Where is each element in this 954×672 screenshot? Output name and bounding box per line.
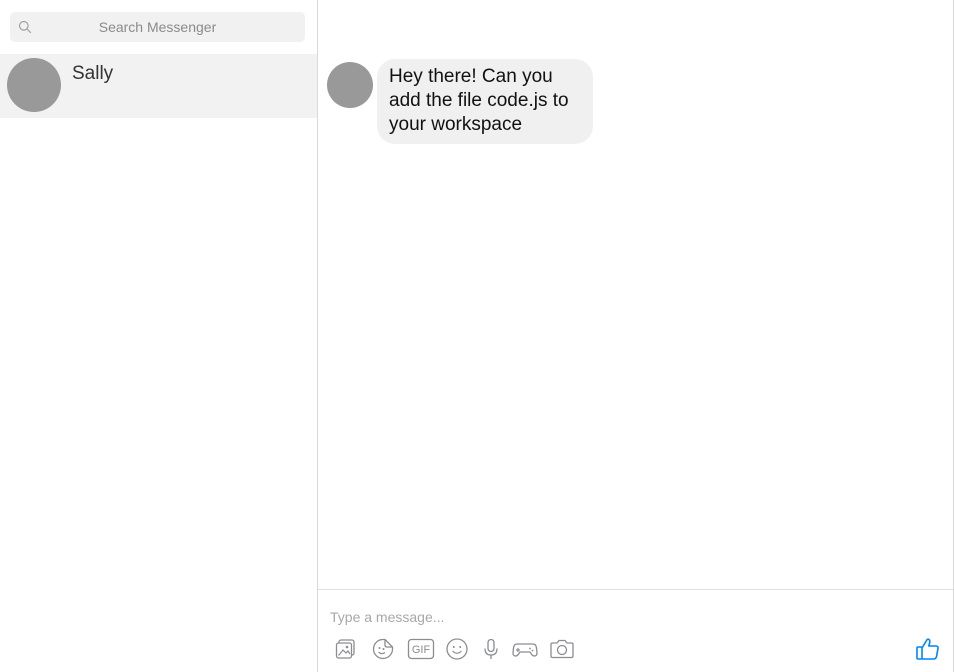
conversation-item[interactable]: Sally xyxy=(0,54,317,118)
gif-icon: GIF xyxy=(407,638,435,660)
game-controller-icon xyxy=(512,643,538,657)
photo-icon xyxy=(335,639,355,659)
chat-panel: Hey there! Can you add the file code.js … xyxy=(318,0,954,672)
avatar xyxy=(7,58,61,112)
message-avatar xyxy=(327,62,373,108)
thumbs-up-icon xyxy=(916,638,939,660)
camera-icon xyxy=(550,639,574,659)
message-input[interactable] xyxy=(330,606,890,628)
search-box[interactable] xyxy=(10,12,305,42)
emoji-button[interactable] xyxy=(444,636,470,662)
emoji-icon xyxy=(446,638,468,660)
photo-button[interactable] xyxy=(333,636,359,662)
search-input[interactable] xyxy=(37,19,278,35)
message-bubble: Hey there! Can you add the file code.js … xyxy=(377,59,593,144)
conversation-sidebar: Sally xyxy=(0,0,318,672)
games-button[interactable] xyxy=(511,636,539,662)
message-composer: GIF xyxy=(318,589,953,672)
sticker-icon xyxy=(372,638,394,660)
like-button[interactable] xyxy=(915,636,941,662)
search-icon xyxy=(18,20,32,34)
gif-button[interactable]: GIF xyxy=(406,636,436,662)
conversation-name: Sally xyxy=(72,63,114,84)
sticker-button[interactable] xyxy=(370,636,396,662)
gif-label: GIF xyxy=(412,644,431,656)
camera-button[interactable] xyxy=(548,636,576,662)
microphone-icon xyxy=(484,638,498,659)
voice-clip-button[interactable] xyxy=(478,636,504,662)
